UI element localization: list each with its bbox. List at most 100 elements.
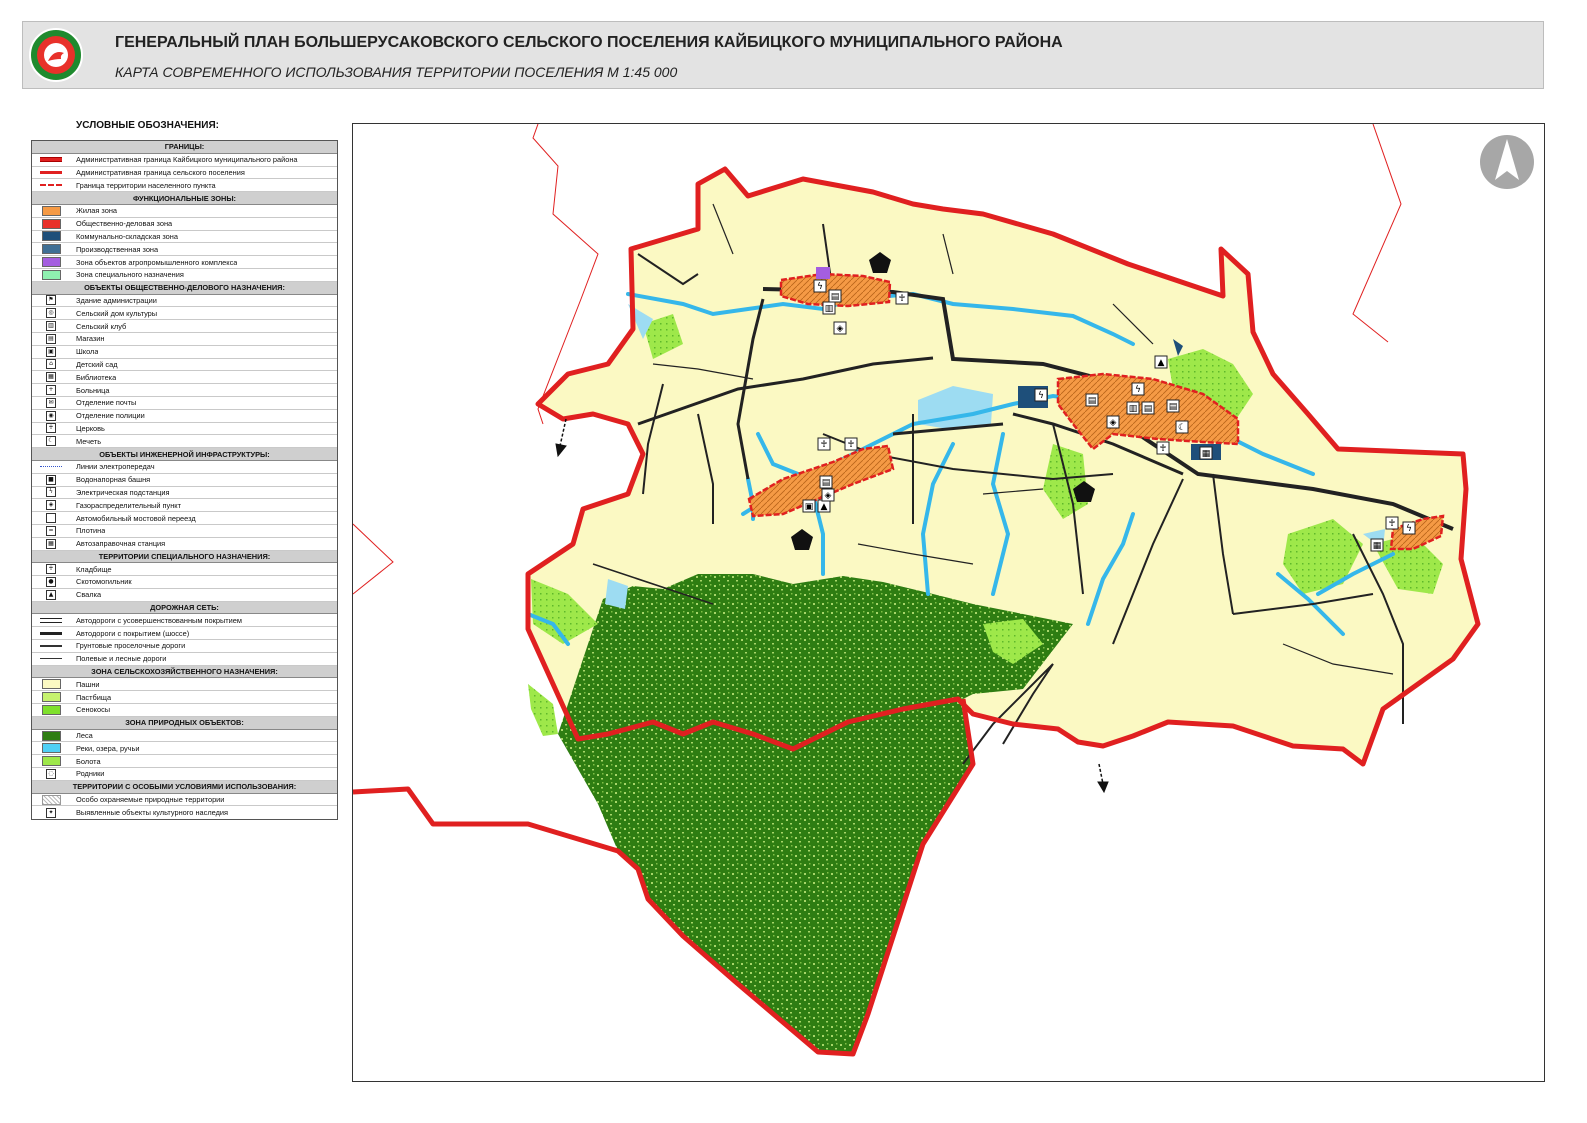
gas-icon: ◈ [46,500,56,511]
dam-icon: = [46,525,56,536]
svg-text:☾: ☾ [1178,423,1186,433]
legend-item-label: Водонапорная башня [76,475,151,485]
legend-symbol: ▤ [32,333,70,345]
legend-item-label: Автомобильный мостовой переезд [76,513,196,523]
cattle-burial-icon: ● [46,577,56,587]
legend-item: Автодороги с покрытием (шоссе) [32,627,337,641]
legend-color-swatch [41,756,61,767]
substation-icon: ϟ [1131,382,1145,396]
legend-symbol [32,243,70,255]
club-icon: ▥ [46,321,56,332]
kindergarten-icon: ⌂ [46,359,56,370]
legend-item-label: Болота [76,756,101,766]
svg-text:▥: ▥ [1129,404,1138,414]
svg-text:▦: ▦ [1202,449,1211,459]
legend-symbol: ◌ [32,768,70,780]
flag-icon: ⚑ [46,295,56,306]
legend-item-label: Зона специального назначения [76,270,184,280]
legend-item-label: Свалка [76,590,102,600]
legend-symbol [32,614,70,626]
legend-line-symbol [40,658,62,660]
map-title: ГЕНЕРАЛЬНЫЙ ПЛАН БОЛЬШЕРУСАКОВСКОГО СЕЛЬ… [115,34,1063,51]
legend-item-label: Леса [76,731,93,741]
legend-line-symbol [40,184,62,187]
legend-item: Автомобильный мостовой переезд [32,512,337,525]
legend-item-label: Церковь [76,423,105,433]
legend-item-label: Административная граница сельского посел… [76,167,245,177]
legend-item-label: Мечеть [76,436,102,446]
legend-item-label: Производственная зона [76,244,159,254]
legend-symbol [32,154,70,166]
legend-item: ◌ Родники [32,768,337,781]
legend-section-heading: ОБЪЕКТЫ ИНЖЕНЕРНОЙ ИНФРАСТРУКТУРЫ: [32,448,337,461]
svg-text:▤: ▤ [1144,404,1153,414]
legend-item-label: Отделение полиции [76,411,145,421]
legend-item-label: Коммунально-складская зона [76,231,178,241]
legend-item-label: Электрическая подстанция [76,487,170,497]
legend-item-label: Газораспределительный пункт [76,500,182,510]
legend-item-label: Жилая зона [76,206,118,216]
road-exit-arrow [559,418,567,447]
legend-item: ♰ Кладбище [32,563,337,577]
legend-item: ☾ Мечеть [32,435,337,449]
school-icon: ▣ [802,499,816,513]
legend-line-symbol [40,466,62,468]
fuel-icon: ▦ [1370,538,1384,552]
legend-color-swatch [41,231,61,242]
legend-item-label: Реки, озера, ручьи [76,743,140,753]
legend-item: Реки, озера, ручьи [32,742,337,756]
legend-symbol: ◈ [32,499,70,511]
legend-item: ▲ Свалка [32,589,337,602]
meadow-patch [528,684,558,736]
legend-section-heading: ОБЪЕКТЫ ОБЩЕСТВЕННО-ДЕЛОВОГО НАЗНАЧЕНИЯ: [32,281,337,295]
legend-item: ◈ Газораспределительный пункт [32,499,337,513]
legend-line-symbol [40,171,62,174]
legend-symbol [32,755,70,767]
legend-item: ▤ Магазин [32,333,337,346]
legend-color-swatch [41,704,61,715]
school-icon: ▣ [46,346,56,357]
legend-item: ✉ Отделение почты [32,397,337,410]
legend-item: Производственная зона [32,243,337,257]
legend-title: УСЛОВНЫЕ ОБОЗНАЧЕНИЯ: [76,120,219,131]
legend-section-heading: ЗОНА ПРИРОДНЫХ ОБЪЕКТОВ: [32,716,337,730]
substation-icon: ϟ [46,487,56,498]
road-exit-arrow [1098,763,1104,785]
cemetery-icon: ♰ [844,437,858,451]
legend-color-swatch [41,743,61,754]
legend-symbol: = [32,525,70,537]
legend-symbol: ▦ [32,538,70,550]
svg-text:▥: ▥ [825,304,834,314]
agro-zone [816,267,830,279]
legend-section-heading: ТЕРРИТОРИИ С ОСОБЫМИ УСЛОВИЯМИ ИСПОЛЬЗОВ… [32,780,337,794]
legend-item-label: Пастбища [76,692,112,702]
legend-item-label: Автодороги с покрытием (шоссе) [76,628,190,638]
legend-item-label: Кладбище [76,564,112,574]
legend-item: Грунтовые проселочные дороги [32,640,337,653]
legend-symbol: ◎ [32,307,70,319]
substation-icon: ϟ [1402,521,1416,535]
svg-text:▲: ▲ [821,502,828,512]
svg-text:◈: ◈ [837,324,844,334]
legend-color-swatch [41,257,61,268]
legend-symbol: + [32,384,70,396]
legend-symbol: ϟ [32,486,70,498]
shop-icon: ▤ [1085,393,1099,407]
legend-line-symbol [40,617,62,623]
legend-symbol: ✦ [32,807,70,819]
legend-item-label: Детский сад [76,359,118,369]
legend-item-label: Административная граница Кайбицкого муни… [76,155,298,165]
cemetery-icon: ♰ [46,564,56,575]
legend-item: ✦ Выявленные объекты культурного наследия [32,806,337,819]
legend-symbol [32,730,70,742]
legend-item: Пастбища [32,691,337,705]
legend-item-label: Школа [76,347,99,357]
legend-symbol [32,742,70,754]
legend-symbol: ♰ [32,422,70,434]
legend-item: ● Скотомогильник [32,576,337,589]
svg-text:ϟ: ϟ [1406,524,1412,534]
shop-icon: ▤ [46,333,56,344]
legend-item-label: Автодороги с усовершенствованным покрыти… [76,615,242,625]
hospital-icon: + [46,385,56,396]
legend-color-swatch [41,692,61,703]
